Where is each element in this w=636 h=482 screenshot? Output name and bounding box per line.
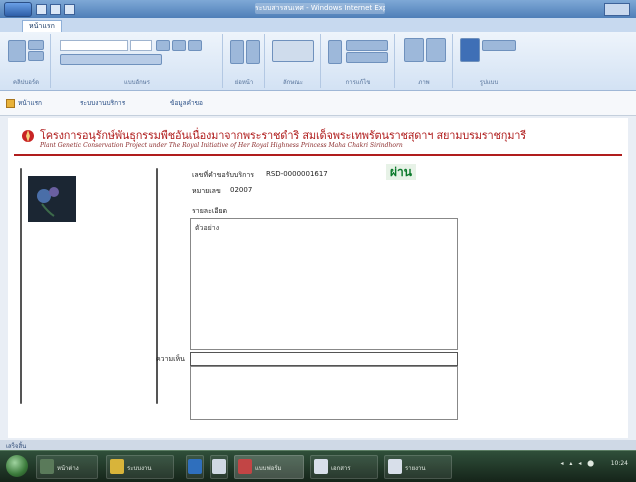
clock: 10:24 bbox=[610, 460, 628, 467]
underline-button[interactable] bbox=[188, 40, 202, 51]
document-icon bbox=[212, 459, 226, 474]
window-controls[interactable] bbox=[604, 3, 630, 16]
document-icon bbox=[314, 459, 328, 474]
taskbar-item[interactable]: หน้าต่าง bbox=[36, 455, 98, 479]
copy-button[interactable] bbox=[28, 51, 44, 61]
ribbon-group-picture: ภาพ bbox=[396, 34, 453, 88]
app-icon[interactable] bbox=[210, 455, 228, 479]
plant-image bbox=[28, 176, 76, 222]
ribbon-group-label: แบบอักษร bbox=[124, 79, 150, 86]
report-icon bbox=[388, 459, 402, 474]
breadcrumb-item-service[interactable]: ระบบงานบริการ bbox=[80, 98, 125, 108]
list-button[interactable] bbox=[246, 40, 260, 64]
comment-textarea[interactable] bbox=[190, 366, 458, 420]
font-name-field[interactable] bbox=[60, 40, 128, 51]
replace-button[interactable] bbox=[346, 40, 388, 51]
undo-icon[interactable] bbox=[50, 4, 61, 15]
ribbon-group-clipboard: คลิปบอร์ด bbox=[2, 34, 51, 88]
breadcrumb-item-home[interactable]: หน้าแรก bbox=[18, 98, 42, 108]
profile-photo bbox=[28, 176, 76, 222]
app-menu-button[interactable] bbox=[4, 2, 32, 17]
ribbon-group-styles: ลักษณะ bbox=[266, 34, 321, 88]
redo-icon[interactable] bbox=[64, 4, 75, 15]
ribbon-group-paragraph: ย่อหน้า bbox=[224, 34, 265, 88]
detail-text: ตัวอย่าง bbox=[195, 224, 220, 232]
insert-picture-button[interactable] bbox=[404, 38, 424, 62]
taskbar-item[interactable]: เอกสาร bbox=[310, 455, 378, 479]
emblem-icon bbox=[22, 130, 34, 142]
breadcrumb-item-request[interactable]: ข้อมูลคำขอ bbox=[170, 98, 203, 108]
item-number-label: หมายเลข bbox=[192, 187, 221, 195]
align-button[interactable] bbox=[230, 40, 244, 64]
styles-gallery[interactable] bbox=[272, 40, 314, 62]
ie-icon bbox=[188, 459, 202, 474]
request-number-value: RSD-0000001617 bbox=[266, 170, 328, 178]
font-format-row[interactable] bbox=[60, 54, 162, 65]
font-size-field[interactable] bbox=[130, 40, 152, 51]
system-tray[interactable]: ◂ ▴ ◂ ⬤ bbox=[561, 460, 596, 467]
save-icon[interactable] bbox=[36, 4, 47, 15]
ribbon-group-label: การแก้ไข bbox=[345, 79, 371, 86]
draw-button[interactable] bbox=[426, 38, 446, 62]
ribbon-group-font: แบบอักษร bbox=[52, 34, 223, 88]
taskbar-item-active[interactable]: แบบฟอร์ม bbox=[234, 455, 304, 479]
breadcrumb: หน้าแรก ระบบงานบริการ ข้อมูลคำขอ bbox=[0, 91, 636, 116]
status-stamp: ผ่าน bbox=[386, 164, 416, 180]
paste-button[interactable] bbox=[8, 40, 26, 62]
comment-input[interactable] bbox=[190, 352, 458, 366]
center-divider bbox=[156, 168, 158, 404]
ribbon: คลิปบอร์ด แบบอักษร ย่อหน้า ลักษณะ การแก้… bbox=[0, 32, 636, 91]
banner-divider bbox=[14, 154, 622, 156]
taskbar: หน้าต่าง ระบบงาน แบบฟอร์ม เอกสาร รายงาน … bbox=[0, 450, 636, 482]
window-title: ระบบสารสนเทศ - Windows Internet Explorer bbox=[255, 3, 385, 14]
folder-icon bbox=[6, 99, 15, 108]
ribbon-group-format: รูปแบบ bbox=[454, 34, 524, 88]
detail-label: รายละเอียด bbox=[192, 207, 228, 215]
start-button[interactable] bbox=[6, 455, 28, 477]
comment-label: ความเห็น bbox=[156, 355, 185, 363]
taskbar-item[interactable]: รายงาน bbox=[384, 455, 452, 479]
document-page: โครงการอนุรักษ์พันธุกรรมพืชอันเนื่องมาจา… bbox=[8, 118, 628, 438]
request-number-label: เลขที่คำขอรับบริการ bbox=[192, 171, 255, 179]
folder-icon bbox=[110, 459, 124, 474]
ribbon-group-editing: การแก้ไข bbox=[322, 34, 395, 88]
window-icon bbox=[40, 459, 54, 474]
title-bar: ระบบสารสนเทศ - Windows Internet Explorer bbox=[0, 0, 636, 18]
detail-textarea[interactable]: ตัวอย่าง bbox=[190, 218, 458, 350]
ribbon-tabs: หน้าแรก bbox=[0, 18, 636, 32]
find-button[interactable] bbox=[328, 40, 342, 64]
italic-button[interactable] bbox=[172, 40, 186, 51]
ribbon-group-label: ย่อหน้า bbox=[234, 79, 254, 86]
format-button[interactable] bbox=[460, 38, 480, 62]
status-bar: เสร็จสิ้น bbox=[0, 440, 636, 450]
ribbon-group-label: คลิปบอร์ด bbox=[12, 79, 40, 86]
form-icon bbox=[238, 459, 252, 474]
left-divider bbox=[20, 168, 22, 404]
cut-button[interactable] bbox=[28, 40, 44, 50]
bold-button[interactable] bbox=[156, 40, 170, 51]
taskbar-item[interactable]: ระบบงาน bbox=[106, 455, 174, 479]
tab-home[interactable]: หน้าแรก bbox=[22, 20, 62, 32]
item-number-value: 02007 bbox=[230, 186, 253, 194]
ribbon-group-label: ภาพ bbox=[418, 79, 430, 86]
ribbon-group-label: รูปแบบ bbox=[479, 79, 499, 86]
format-option-button[interactable] bbox=[482, 40, 516, 51]
browser-icon[interactable] bbox=[186, 455, 204, 479]
banner-subtitle: Plant Genetic Conservation Project under… bbox=[40, 142, 403, 149]
select-button[interactable] bbox=[346, 52, 388, 63]
ribbon-group-label: ลักษณะ bbox=[282, 79, 304, 86]
